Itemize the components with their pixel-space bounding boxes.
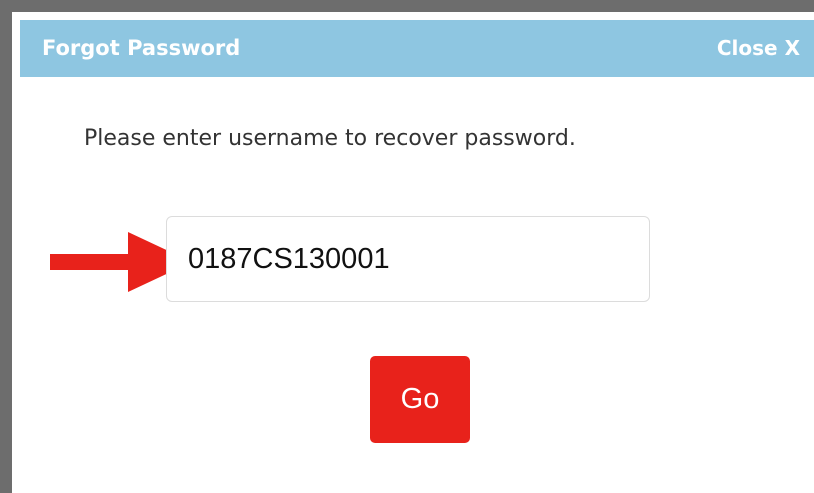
- username-input[interactable]: [166, 216, 650, 302]
- instructions-text: Please enter username to recover passwor…: [84, 126, 576, 151]
- go-button[interactable]: Go: [370, 356, 470, 443]
- window-frame-left: [0, 0, 12, 493]
- window-frame-top: [0, 0, 814, 12]
- dialog-header: Forgot Password Close X: [20, 20, 814, 77]
- dialog-title: Forgot Password: [42, 36, 241, 60]
- close-button[interactable]: Close X: [717, 20, 800, 77]
- forgot-password-dialog: Forgot Password Close X Please enter use…: [12, 12, 814, 493]
